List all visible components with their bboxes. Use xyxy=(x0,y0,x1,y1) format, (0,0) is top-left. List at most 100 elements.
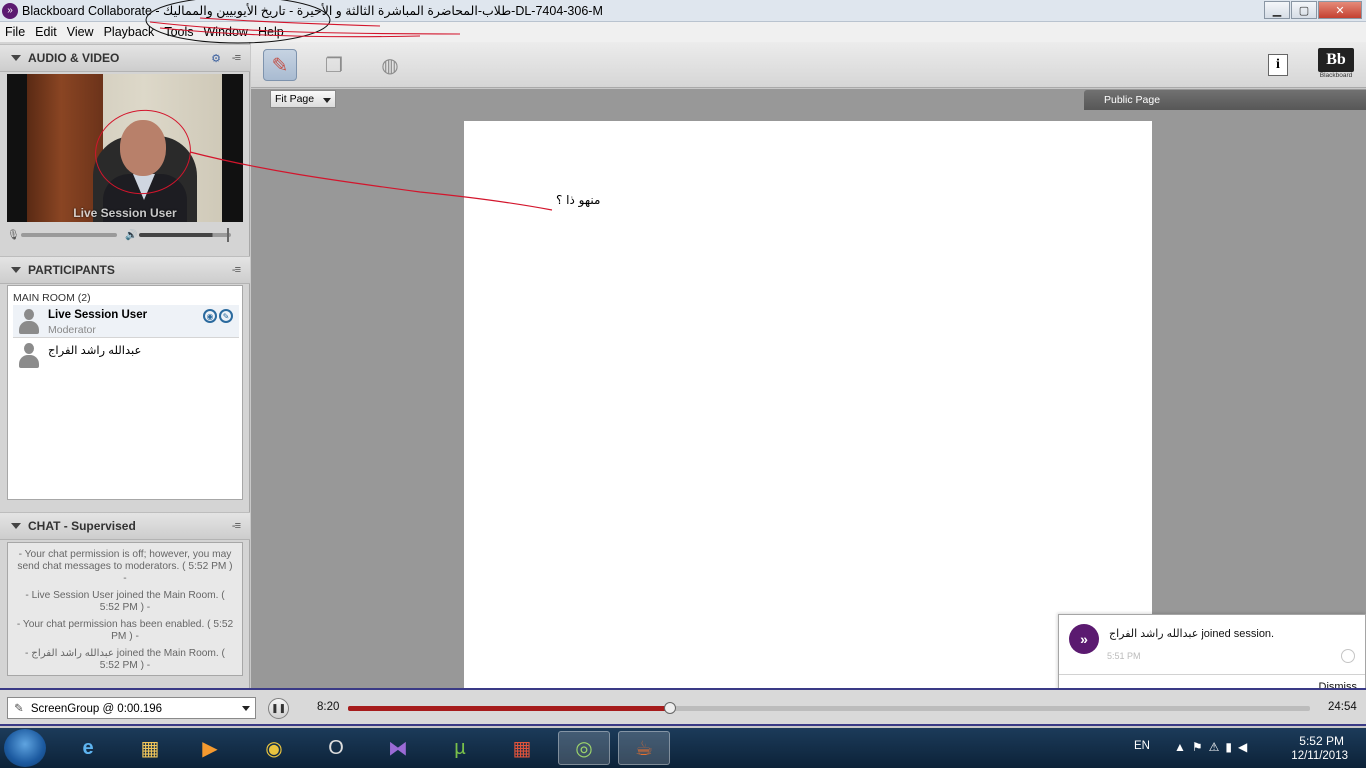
playback-progress-track[interactable] xyxy=(348,702,1310,714)
web-tour-button[interactable]: ◍ xyxy=(373,49,407,81)
microphone-icon: 🎙 xyxy=(7,229,20,241)
menubar: File Edit View Playback Tools Window Hel… xyxy=(0,22,1366,42)
opera-icon[interactable]: O xyxy=(310,731,362,765)
whiteboard-text: منهو ذا ؟ xyxy=(556,193,601,207)
menu-help[interactable]: Help xyxy=(253,25,289,39)
microphone-status-icon: ✎ xyxy=(219,309,233,323)
clock-time[interactable]: 5:52 PM xyxy=(1299,734,1344,748)
globe-icon: ◍ xyxy=(381,54,399,77)
speaker-volume-slider[interactable] xyxy=(139,233,231,237)
camera-status-icon: ◉ xyxy=(203,309,217,323)
maximize-button[interactable]: ▢ xyxy=(1291,1,1317,19)
pencil-icon: ✎ xyxy=(14,703,24,715)
utorrent-icon[interactable]: µ xyxy=(434,731,486,765)
collapse-icon[interactable] xyxy=(11,55,21,61)
tray-icons[interactable]: ▲⚑⚠▮◀ xyxy=(1174,740,1253,754)
participant-role: Moderator xyxy=(48,324,96,336)
menu-edit[interactable]: Edit xyxy=(30,25,62,39)
participant-name: Live Session User xyxy=(48,309,148,321)
pen-icon: ✎ xyxy=(271,54,289,77)
video-feed: Live Session User xyxy=(7,74,243,222)
bb-logo-mark: Bb xyxy=(1318,48,1354,72)
zoom-value: Fit Page xyxy=(275,93,315,105)
panel-menu-icon[interactable]: -≡ xyxy=(232,264,241,276)
audio-video-header[interactable]: AUDIO & VIDEO ⚙ -≡ xyxy=(0,44,250,72)
explorer-icon[interactable]: ▦ xyxy=(124,731,176,765)
menu-file[interactable]: File xyxy=(0,25,30,39)
volume-slider-handle[interactable] xyxy=(227,228,229,242)
menu-window[interactable]: Window xyxy=(199,25,253,39)
chat-message: - Live Session User joined the Main Room… xyxy=(25,590,225,613)
participants-list: MAIN ROOM (2) Live Session User Moderato… xyxy=(7,285,243,500)
divider xyxy=(1059,674,1365,675)
media-player-icon[interactable]: ▶ xyxy=(184,731,236,765)
windows-taskbar: e ▦ ▶ ◉ O ⧓ µ ▦ ◎ ☕ EN ▲⚑⚠▮◀ 5:52 PM 12/… xyxy=(0,728,1366,768)
whiteboard-tool-button[interactable]: ✎ xyxy=(263,49,297,81)
participant-status-icons: ◉ ✎ xyxy=(203,309,233,323)
collapse-icon[interactable] xyxy=(11,267,21,273)
chevron-down-icon xyxy=(242,706,250,711)
minimize-button[interactable]: ▁ xyxy=(1264,1,1290,19)
participant-row[interactable]: Live Session User Moderator ◉ ✎ xyxy=(13,305,239,338)
whiteboard-area: Fit Page Public Page منهو ذا ؟ xyxy=(251,89,1366,688)
start-button[interactable] xyxy=(4,729,46,767)
pause-icon: ❚❚ xyxy=(270,703,287,713)
collaborate-app-icon: » xyxy=(2,2,18,19)
chat-log[interactable]: - Your chat permission is off; however, … xyxy=(7,542,243,676)
notification-time: 5:51 PM xyxy=(1107,651,1141,661)
participant-name: عبدالله راشد الفراج xyxy=(48,345,142,357)
window-title: Blackboard Collaborate - طلاب-المحاضرة ا… xyxy=(22,4,603,18)
video-cabinet xyxy=(27,74,103,222)
bb-logo-text: Blackboard xyxy=(1319,72,1353,79)
apps-icon[interactable]: ▦ xyxy=(496,731,548,765)
zoom-select[interactable]: Fit Page xyxy=(270,90,336,108)
participants-header[interactable]: PARTICIPANTS -≡ xyxy=(0,256,250,284)
participant-row[interactable]: عبدالله راشد الفراج xyxy=(13,339,239,372)
clock-date[interactable]: 12/11/2013 xyxy=(1291,750,1348,762)
menu-view[interactable]: View xyxy=(62,25,99,39)
system-tray: EN ▲⚑⚠▮◀ 5:52 PM 12/11/2013 xyxy=(1126,728,1366,768)
chevron-down-icon xyxy=(323,98,331,103)
whiteboard-toolbar: ✎ ❐ ◍ i Bb Blackboard xyxy=(251,42,1366,88)
blackboard-logo: Bb Blackboard xyxy=(1318,48,1354,84)
language-indicator[interactable]: EN xyxy=(1134,740,1150,752)
windows-icon: ❐ xyxy=(325,54,343,77)
playback-progress-fill xyxy=(348,706,670,711)
window-controls: ▁ ▢ ✕ xyxy=(1263,1,1362,19)
ie-icon[interactable]: e xyxy=(62,731,114,765)
collapse-icon[interactable] xyxy=(11,523,21,529)
speaker-icon: 🔊 xyxy=(125,229,138,241)
chat-message: - عبدالله راشد الفراج joined the Main Ro… xyxy=(25,648,225,671)
menu-tools[interactable]: Tools xyxy=(159,25,198,39)
total-time: 24:54 xyxy=(1328,701,1357,713)
panel-menu-icon[interactable]: -≡ xyxy=(232,520,241,532)
avatar xyxy=(19,343,39,369)
info-button[interactable]: i xyxy=(1268,54,1288,76)
whiteboard-canvas[interactable]: منهو ذا ؟ xyxy=(464,121,1152,688)
screen-group-value: ScreenGroup @ 0:00.196 xyxy=(30,703,163,715)
chat-header[interactable]: CHAT - Supervised -≡ xyxy=(0,512,250,540)
menu-playback[interactable]: Playback xyxy=(99,25,160,39)
page-tab[interactable]: Public Page xyxy=(1084,90,1366,110)
close-button[interactable]: ✕ xyxy=(1318,1,1362,19)
chrome-icon[interactable]: ◉ xyxy=(248,731,300,765)
java-icon[interactable]: ☕ xyxy=(618,731,670,765)
elapsed-time: 8:20 xyxy=(317,701,340,713)
audio-sliders: 🎙 🔊 xyxy=(7,226,243,244)
app-share-button[interactable]: ❐ xyxy=(317,49,351,81)
panel-menu-icon[interactable]: -≡ xyxy=(232,52,241,64)
network-tool-icon[interactable]: ◎ xyxy=(558,731,610,765)
chat-message: - Your chat permission has been enabled.… xyxy=(16,619,234,642)
left-panels: AUDIO & VIDEO ⚙ -≡ Live Session User 🎙 🔊… xyxy=(0,42,250,688)
microphone-level-slider[interactable] xyxy=(21,233,117,237)
screen-group-select[interactable]: ✎ ScreenGroup @ 0:00.196 xyxy=(7,697,256,719)
avatar xyxy=(19,309,39,335)
av-settings-icon[interactable]: ⚙ xyxy=(211,52,221,65)
window-titlebar: » Blackboard Collaborate - طلاب-المحاضرة… xyxy=(0,0,1366,22)
audio-video-title: AUDIO & VIDEO xyxy=(28,51,120,65)
visual-studio-icon[interactable]: ⧓ xyxy=(372,731,424,765)
pause-button[interactable]: ❚❚ xyxy=(268,698,289,719)
playback-scrubber-handle[interactable] xyxy=(663,702,676,714)
participants-title: PARTICIPANTS xyxy=(28,263,115,277)
video-caption: Live Session User xyxy=(73,206,177,220)
